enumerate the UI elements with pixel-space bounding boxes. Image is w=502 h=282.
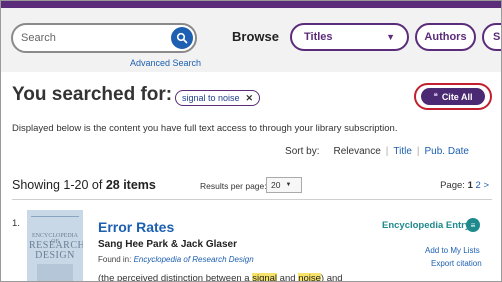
sort-pub-date[interactable]: Pub. Date bbox=[425, 146, 469, 157]
content-type-label: Encyclopedia Entry bbox=[382, 220, 471, 231]
result-number: 1. bbox=[12, 218, 20, 229]
book-cover-thumbnail[interactable]: ENCYCLOPEDIA OF RESEARCH DESIGN bbox=[27, 210, 83, 281]
result-snippet: (the perceived distinction between a sig… bbox=[98, 273, 343, 282]
cover-rule bbox=[31, 216, 79, 217]
search-icon bbox=[176, 32, 188, 44]
sort-title[interactable]: Title bbox=[393, 146, 412, 157]
sort-separator: | bbox=[385, 146, 389, 157]
results-count-prefix: Showing 1-20 of bbox=[12, 178, 106, 192]
page-label: Page: bbox=[440, 180, 465, 191]
next-page-link[interactable]: > bbox=[483, 180, 489, 191]
sort-relevance[interactable]: Relevance bbox=[334, 146, 381, 157]
found-in-prefix: Found in: bbox=[98, 255, 134, 264]
results-per-page-value: 20 bbox=[271, 180, 281, 190]
top-brand-bar bbox=[1, 1, 501, 8]
page-frame: Advanced Search Browse Titles ▼ Authors … bbox=[0, 0, 502, 282]
cite-all-button[interactable]: ❝ Cite All bbox=[421, 88, 485, 105]
results-divider bbox=[12, 199, 492, 200]
search-term-label: signal to noise bbox=[182, 93, 240, 103]
sort-label: Sort by: bbox=[285, 146, 320, 157]
subjects-label: S bbox=[493, 31, 501, 43]
browse-subjects-button[interactable]: S bbox=[482, 23, 501, 51]
results-count-total: 28 items bbox=[105, 178, 156, 192]
browse-label: Browse bbox=[232, 29, 279, 44]
result-authors: Sang Hee Park & Jack Glaser bbox=[98, 239, 237, 250]
browse-authors-button[interactable]: Authors bbox=[415, 23, 476, 51]
export-citation-link[interactable]: Export citation bbox=[431, 259, 482, 268]
authors-label: Authors bbox=[424, 31, 467, 43]
caret-down-icon: ▼ bbox=[386, 32, 395, 42]
snippet-highlight: signal bbox=[252, 273, 278, 282]
access-notice: Displayed below is the content you have … bbox=[12, 123, 398, 134]
add-to-lists-link[interactable]: Add to My Lists bbox=[425, 246, 480, 255]
searched-for-heading: You searched for: bbox=[12, 84, 173, 105]
snippet-text: ) and bbox=[320, 273, 343, 282]
sort-separator: | bbox=[416, 146, 420, 157]
search-box bbox=[11, 23, 197, 53]
found-in-source-link[interactable]: Encyclopedia of Research Design bbox=[134, 255, 254, 264]
search-button[interactable] bbox=[171, 27, 193, 49]
cover-line-3: DESIGN bbox=[35, 250, 75, 261]
quote-icon: ❝ bbox=[433, 92, 438, 101]
snippet-highlight: noise bbox=[298, 273, 321, 282]
search-input[interactable] bbox=[21, 29, 171, 47]
results-per-page-select[interactable]: 20 ▼ bbox=[266, 177, 302, 193]
chevron-down-icon: ▼ bbox=[285, 182, 292, 188]
result-found-in: Found in: Encyclopedia of Research Desig… bbox=[98, 255, 254, 264]
browse-titles-select[interactable]: Titles ▼ bbox=[290, 23, 409, 51]
snippet-text: (the perceived distinction between a bbox=[98, 273, 253, 282]
sort-bar: Sort by: Relevance | Title | Pub. Date bbox=[285, 146, 469, 157]
pagination: Page: 1 2 > bbox=[440, 180, 489, 191]
cover-figure bbox=[37, 264, 73, 281]
results-count: Showing 1-20 of 28 items bbox=[12, 178, 156, 192]
search-term-chip: signal to noise ✕ bbox=[175, 90, 261, 106]
remove-term-icon[interactable]: ✕ bbox=[246, 93, 254, 104]
browse-select-value: Titles bbox=[304, 31, 333, 43]
advanced-search-link[interactable]: Advanced Search bbox=[130, 58, 201, 68]
encyclopedia-entry-icon: ≡ bbox=[466, 218, 480, 232]
results-per-page-label: Results per page: bbox=[200, 181, 267, 191]
cite-all-label: Cite All bbox=[441, 91, 473, 102]
current-page: 1 bbox=[467, 180, 473, 191]
result-title-link[interactable]: Error Rates bbox=[98, 219, 174, 235]
snippet-text: and bbox=[277, 273, 299, 282]
page-2-link[interactable]: 2 bbox=[476, 180, 481, 191]
